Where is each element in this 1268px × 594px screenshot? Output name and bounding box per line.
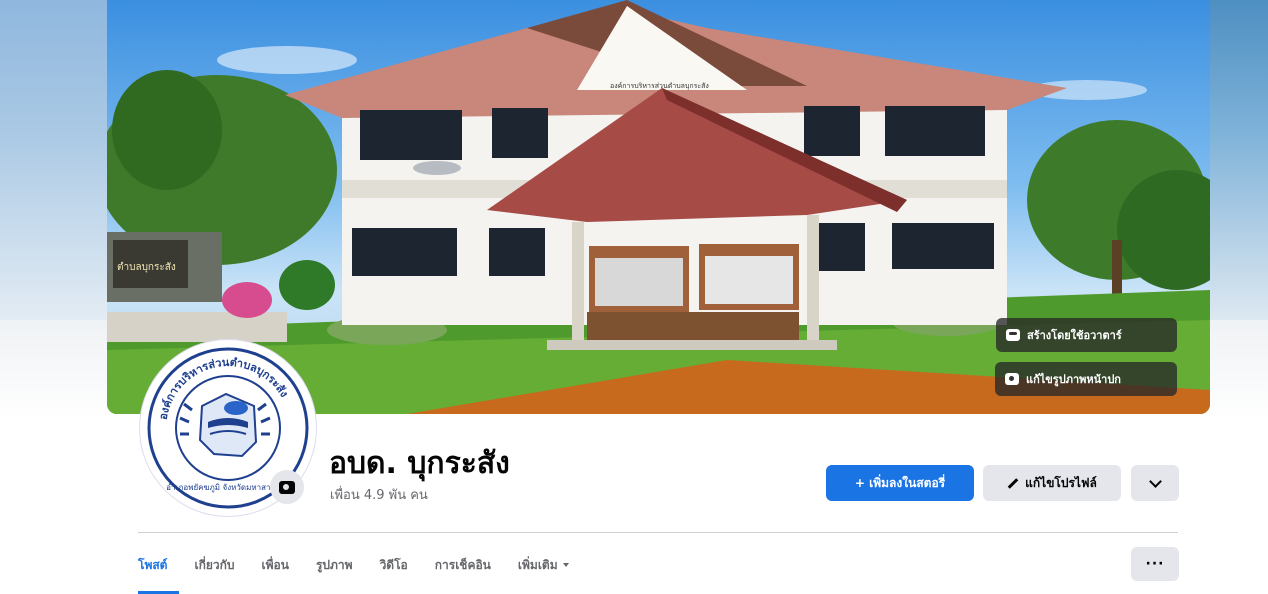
edit-cover-button[interactable]: แก้ไขรูปภาพหน้าปก bbox=[995, 362, 1177, 396]
create-avatar-button[interactable]: สร้างโดยใช้อวาตาร์ bbox=[996, 318, 1177, 352]
backdrop-right bbox=[1208, 0, 1268, 320]
tab-photos[interactable]: รูปภาพ bbox=[316, 548, 370, 582]
profile-options-button[interactable] bbox=[1131, 465, 1179, 501]
more-options-button[interactable]: ··· bbox=[1131, 547, 1179, 581]
pencil-icon bbox=[1007, 477, 1019, 489]
tab-friends[interactable]: เพื่อน bbox=[262, 548, 306, 582]
avatar-icon bbox=[1006, 329, 1020, 341]
tab-posts[interactable]: โพสต์ bbox=[138, 548, 184, 594]
tab-label: วิดีโอ bbox=[379, 557, 408, 572]
tab-more[interactable]: เพิ่มเติม bbox=[518, 548, 586, 582]
profile-tabs: โพสต์ เกี่ยวกับ เพื่อน รูปภาพ วิดีโอ การ… bbox=[138, 548, 596, 594]
chevron-down-icon bbox=[1148, 474, 1162, 488]
page-title: อบด. บุกระสัง bbox=[329, 446, 510, 481]
more-dots-icon: ··· bbox=[1145, 556, 1165, 572]
edit-profile-label: แก้ไขโปรไฟล์ bbox=[1025, 475, 1097, 490]
gate-sign-text: ตำบลบุกระสัง bbox=[117, 262, 176, 273]
create-avatar-label: สร้างโดยใช้อวาตาร์ bbox=[1027, 329, 1122, 342]
edit-cover-label: แก้ไขรูปภาพหน้าปก bbox=[1026, 373, 1121, 386]
tab-label: การเช็คอิน bbox=[434, 557, 491, 572]
tab-label: โพสต์ bbox=[138, 557, 168, 572]
tab-label: เกี่ยวกับ bbox=[194, 557, 235, 572]
tab-label: เพื่อน bbox=[261, 557, 289, 572]
tab-label: รูปภาพ bbox=[315, 557, 353, 572]
tab-about[interactable]: เกี่ยวกับ bbox=[194, 548, 251, 582]
add-to-story-button[interactable]: + เพิ่มลงในสตอรี่ bbox=[826, 465, 974, 501]
edit-profile-button[interactable]: แก้ไขโปรไฟล์ bbox=[983, 465, 1121, 501]
add-to-story-label: + เพิ่มลงในสตอรี่ bbox=[854, 475, 946, 490]
building-sign-text: องค์การบริหารส่วนตำบลบุกระสัง bbox=[610, 82, 709, 90]
caret-down-icon bbox=[562, 563, 569, 567]
camera-icon bbox=[1005, 373, 1019, 385]
header-divider bbox=[138, 532, 1178, 533]
tab-videos[interactable]: วิดีโอ bbox=[380, 548, 425, 582]
follower-count[interactable]: เพื่อน 4.9 พัน คน bbox=[330, 484, 428, 505]
camera-icon bbox=[279, 480, 295, 494]
update-profile-picture-button[interactable] bbox=[270, 470, 304, 504]
tab-checkins[interactable]: การเช็คอิน bbox=[435, 548, 508, 582]
tab-label: เพิ่มเติม bbox=[517, 557, 558, 572]
backdrop-left bbox=[0, 0, 110, 320]
